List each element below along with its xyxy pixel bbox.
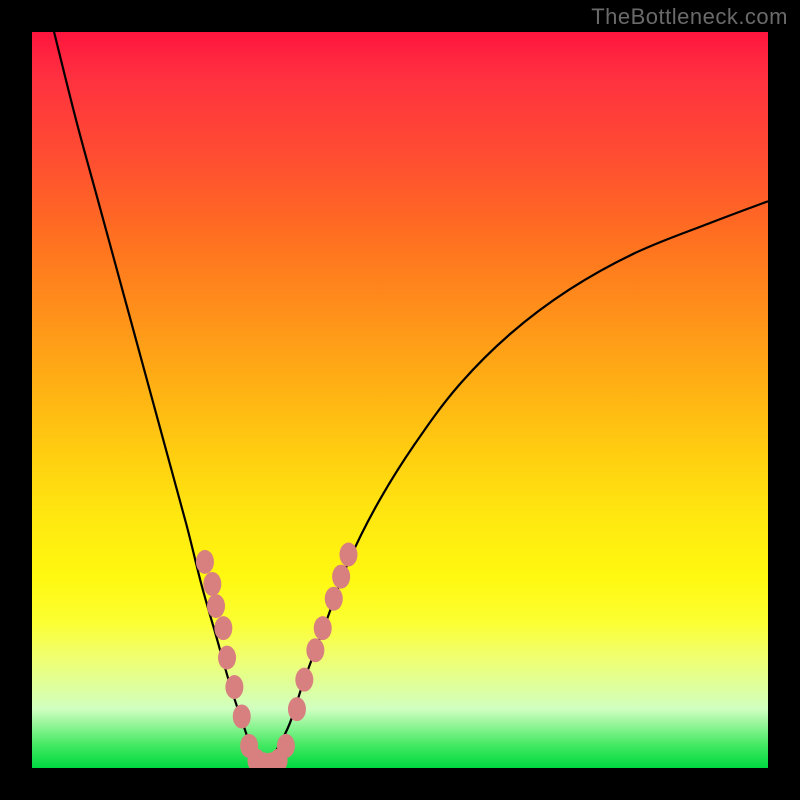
highlight-dot	[277, 734, 295, 758]
chart-svg	[32, 32, 768, 768]
plot-area	[32, 32, 768, 768]
highlight-dots-group	[196, 543, 358, 768]
chart-frame: TheBottleneck.com	[0, 0, 800, 800]
highlight-dot	[288, 697, 306, 721]
highlight-dot	[214, 616, 232, 640]
highlight-dot	[207, 594, 225, 618]
highlight-dot	[203, 572, 221, 596]
highlight-dot	[314, 616, 332, 640]
highlight-dot	[325, 587, 343, 611]
highlight-dot	[306, 638, 324, 662]
highlight-dot	[295, 668, 313, 692]
highlight-dot	[233, 704, 251, 728]
bottleneck-curve	[54, 32, 768, 768]
watermark-text: TheBottleneck.com	[591, 4, 788, 30]
highlight-dot	[339, 543, 357, 567]
highlight-dot	[218, 646, 236, 670]
highlight-dot	[196, 550, 214, 574]
highlight-dot	[225, 675, 243, 699]
highlight-dot	[332, 565, 350, 589]
